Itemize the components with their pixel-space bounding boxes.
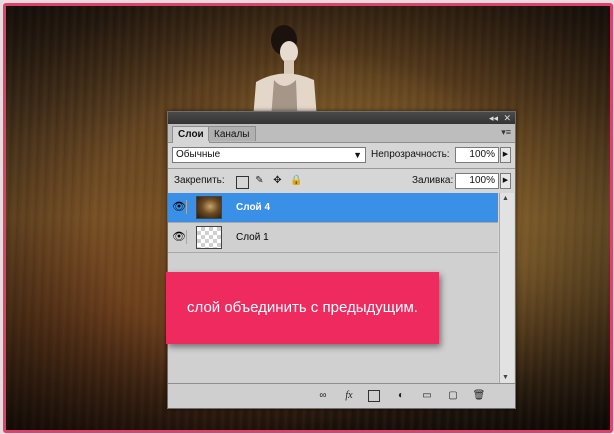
layer-name: Слой 4 bbox=[236, 202, 271, 213]
lock-label: Закрепить: bbox=[174, 175, 225, 186]
caption-overlay: слой объединить с предыдущим. bbox=[166, 272, 439, 344]
layer-row[interactable]: 👁 Слой 4 bbox=[168, 193, 498, 223]
opacity-label: Непрозрачность: bbox=[371, 149, 450, 160]
layer-thumbnail bbox=[196, 196, 222, 219]
mask-icon[interactable] bbox=[368, 390, 380, 402]
panel-titlebar[interactable]: ◂◂ ✕ bbox=[168, 112, 515, 124]
blend-row: Обычные ▼ Непрозрачность: 100% ▶ bbox=[168, 143, 515, 167]
lock-move-icon[interactable]: ✥ bbox=[272, 175, 283, 186]
opacity-arrow-button[interactable]: ▶ bbox=[500, 147, 511, 163]
layers-scrollbar[interactable]: ▲ ▼ bbox=[499, 193, 514, 383]
lock-row: Закрепить: ✎ ✥ 🔒 Заливка: 100% ▶ bbox=[168, 169, 515, 193]
caption-text: слой объединить с предыдущим. bbox=[187, 299, 418, 316]
fill-input[interactable]: 100% bbox=[455, 173, 499, 189]
fx-icon[interactable]: fx bbox=[342, 389, 356, 402]
panel-menu-icon[interactable]: ▾≡ bbox=[501, 127, 511, 138]
layer-name: Слой 1 bbox=[236, 232, 269, 243]
panel-bottom-bar: ∞ fx ◐ ▭ ▢ 🗑 bbox=[168, 383, 515, 408]
lock-transparent-icon[interactable] bbox=[236, 176, 249, 189]
eye-icon[interactable]: 👁 bbox=[172, 230, 187, 244]
link-icon[interactable]: ∞ bbox=[316, 389, 330, 402]
lock-all-icon[interactable]: 🔒 bbox=[290, 175, 302, 186]
chevron-down-icon: ▼ bbox=[353, 150, 362, 160]
fill-label: Заливка: bbox=[412, 175, 454, 186]
trash-icon[interactable]: 🗑 bbox=[472, 389, 486, 402]
tab-layers[interactable]: Слои bbox=[172, 126, 210, 143]
adjustment-icon[interactable]: ◐ bbox=[394, 389, 408, 402]
tab-channels[interactable]: Каналы bbox=[208, 126, 256, 141]
scroll-down-icon[interactable]: ▼ bbox=[502, 374, 509, 381]
fill-arrow-button[interactable]: ▶ bbox=[500, 173, 511, 189]
lock-brush-icon[interactable]: ✎ bbox=[254, 175, 265, 186]
collapse-icon[interactable]: ◂◂ bbox=[489, 113, 498, 123]
opacity-input[interactable]: 100% bbox=[455, 147, 499, 163]
folder-icon[interactable]: ▭ bbox=[420, 389, 434, 402]
blend-mode-value: Обычные bbox=[176, 149, 221, 160]
scroll-up-icon[interactable]: ▲ bbox=[502, 195, 509, 202]
layer-thumbnail bbox=[196, 226, 222, 249]
close-icon[interactable]: ✕ bbox=[503, 113, 511, 123]
eye-icon[interactable]: 👁 bbox=[172, 200, 187, 214]
layers-panel: ◂◂ ✕ Слои Каналы ▾≡ Обычные ▼ Непрозрачн… bbox=[167, 111, 516, 409]
blend-mode-select[interactable]: Обычные ▼ bbox=[172, 147, 366, 163]
layer-row[interactable]: 👁 Слой 1 bbox=[168, 223, 498, 253]
panel-tabs: Слои Каналы ▾≡ bbox=[168, 124, 515, 143]
new-layer-icon[interactable]: ▢ bbox=[446, 389, 460, 402]
